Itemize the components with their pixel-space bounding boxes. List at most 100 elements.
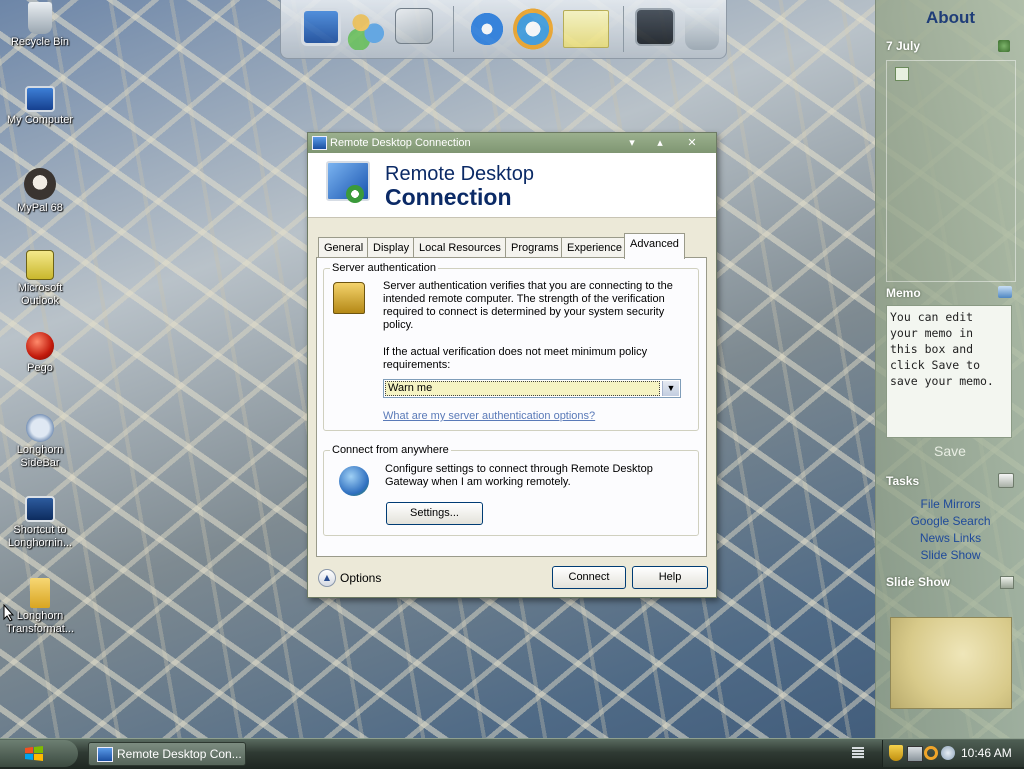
- help-button[interactable]: Help: [632, 566, 708, 589]
- mouse-cursor-icon: [3, 604, 15, 622]
- sidebar-icon: [26, 414, 54, 442]
- close-button[interactable]: ✕: [680, 133, 704, 151]
- search-icon[interactable]: [924, 746, 938, 760]
- connect-anywhere-legend: Connect from anywhere: [332, 444, 449, 456]
- tab-advanced[interactable]: Advanced: [624, 233, 685, 259]
- settings-icon[interactable]: [635, 8, 675, 46]
- desktop-icon-longhorn-sidebar[interactable]: Longhorn SideBar: [0, 414, 80, 470]
- computer-icon[interactable]: [301, 8, 341, 46]
- server-auth-options-link[interactable]: What are my server authentication option…: [383, 410, 595, 422]
- taskbar: Remote Desktop Con... 10:46 AM: [0, 738, 1024, 769]
- server-auth-select-value: Warn me: [385, 381, 660, 396]
- task-link-google-search[interactable]: Google Search: [876, 513, 1024, 530]
- longhorn-sidebar: About 7 July Memo You can edit your memo…: [875, 0, 1024, 738]
- tab-display[interactable]: Display: [367, 237, 416, 258]
- desktop-icon-mypal[interactable]: MyPal 68: [0, 168, 80, 215]
- settings-button[interactable]: Settings...: [386, 502, 483, 525]
- banner-title-line2: Connection: [385, 184, 512, 210]
- banner-title-line1: Remote Desktop: [385, 163, 534, 185]
- task-link-file-mirrors[interactable]: File Mirrors: [876, 496, 1024, 513]
- desktop-icon-label: MyPal 68: [17, 202, 63, 214]
- minimize-button[interactable]: ▾: [620, 133, 644, 151]
- security-shield-icon[interactable]: [889, 745, 903, 761]
- desktop-icon-shortcut-longhorn[interactable]: Shortcut to Longhornin...: [0, 496, 80, 550]
- tile-options-icon[interactable]: [998, 40, 1010, 52]
- desktop-icon-label: Microsoft Outlook: [17, 282, 63, 307]
- server-auth-prompt: If the actual verification does not meet…: [383, 346, 648, 371]
- folder-icon: [30, 578, 50, 608]
- taskbar-button-label: Remote Desktop Con...: [117, 747, 242, 761]
- connect-anywhere-group: Connect from anywhere: [323, 444, 699, 536]
- chevron-up-icon[interactable]: ▲: [318, 569, 336, 587]
- desktop-icon-label: Pego: [27, 362, 53, 374]
- chevron-down-icon[interactable]: ▼: [662, 381, 679, 396]
- slideshow-header: Slide Show: [886, 575, 951, 589]
- desktop-icon-pego[interactable]: Pego: [0, 332, 80, 375]
- raccoon-icon: [24, 168, 56, 200]
- quick-launch-dock: [280, 0, 727, 59]
- memo-options-icon[interactable]: [998, 286, 1012, 298]
- tasks-options-icon[interactable]: [998, 473, 1014, 488]
- sidebar-title: About: [925, 8, 976, 27]
- media-player-icon[interactable]: [513, 8, 553, 50]
- computer-icon: [25, 86, 55, 112]
- keyboard-layout-icon[interactable]: [852, 747, 864, 759]
- desktop-icon-outlook[interactable]: Microsoft Outlook: [0, 250, 80, 308]
- tab-general[interactable]: General: [318, 237, 370, 258]
- options-toggle[interactable]: Options: [340, 571, 381, 585]
- calendar-date: 7 July: [886, 39, 921, 53]
- padlock-icon: [333, 282, 365, 314]
- desktop-icon-my-computer[interactable]: My Computer: [0, 86, 80, 127]
- slideshow-options-icon[interactable]: [1000, 576, 1014, 589]
- system-tray: 10:46 AM: [882, 740, 1024, 767]
- dock-separator: [623, 6, 624, 52]
- tab-programs[interactable]: Programs: [505, 237, 565, 258]
- taskbar-button-remote-desktop[interactable]: Remote Desktop Con...: [88, 742, 246, 766]
- network-icon[interactable]: [907, 746, 923, 762]
- server-auth-select[interactable]: Warn me ▼: [383, 379, 681, 398]
- dialog-title: Remote Desktop Connection: [330, 137, 471, 149]
- windows-logo-icon: [25, 746, 43, 761]
- picture-placeholder-icon: [895, 67, 909, 81]
- sticky-note-icon[interactable]: [563, 10, 609, 48]
- memo-save-button[interactable]: Save: [886, 443, 1014, 459]
- connection-arrow-icon: [346, 185, 364, 203]
- calendar-panel: [886, 60, 1016, 282]
- remote-desktop-dialog: Remote Desktop Connection ▾ ▴ ✕ Remote D…: [307, 132, 717, 598]
- desktop-icon-recycle-bin[interactable]: Recycle Bin: [0, 2, 80, 49]
- connect-button[interactable]: Connect: [552, 566, 626, 589]
- desktop-icon-label: Shortcut to Longhornin...: [7, 524, 73, 549]
- outlook-icon: [26, 250, 54, 280]
- task-link-slide-show[interactable]: Slide Show: [876, 547, 1024, 564]
- red-orb-icon: [26, 332, 54, 360]
- dock-separator: [453, 6, 454, 52]
- server-auth-legend: Server authentication: [332, 262, 436, 274]
- sidebar-tray-icon[interactable]: [941, 746, 955, 760]
- clock[interactable]: 10:46 AM: [961, 740, 1012, 767]
- users-icon[interactable]: [347, 8, 387, 50]
- dialog-titlebar[interactable]: Remote Desktop Connection ▾ ▴ ✕: [308, 133, 716, 153]
- advanced-tab-panel: Server authentication Server authenticat…: [316, 257, 707, 557]
- desktop-icon-label: My Computer: [6, 114, 74, 126]
- maximize-button[interactable]: ▴: [648, 133, 672, 151]
- rdc-app-icon: [312, 136, 327, 150]
- desktop-icon-label: Longhorn SideBar: [16, 444, 64, 469]
- tasks-header: Tasks: [886, 474, 920, 488]
- memo-textarea[interactable]: You can edit your memo in this box and c…: [886, 305, 1012, 438]
- tab-experience[interactable]: Experience: [561, 237, 629, 258]
- server-auth-description: Server authentication verifies that you …: [383, 280, 673, 331]
- start-button[interactable]: [0, 740, 78, 767]
- scanner-icon[interactable]: [395, 8, 433, 44]
- recycle-bin-icon: [28, 2, 52, 34]
- memo-header: Memo: [886, 286, 921, 300]
- connect-anywhere-description: Configure settings to connect through Re…: [385, 463, 653, 488]
- tab-local-resources[interactable]: Local Resources: [413, 237, 507, 258]
- slideshow-image[interactable]: [890, 617, 1012, 709]
- shortcut-monitor-icon: [25, 496, 55, 522]
- task-link-news-links[interactable]: News Links: [876, 530, 1024, 547]
- dialog-banner: Remote Desktop Connection: [308, 153, 716, 218]
- gateway-globe-icon: [339, 466, 369, 496]
- internet-explorer-icon[interactable]: [467, 8, 507, 50]
- recycle-bin-icon[interactable]: [685, 8, 719, 50]
- rdc-app-icon: [97, 747, 113, 762]
